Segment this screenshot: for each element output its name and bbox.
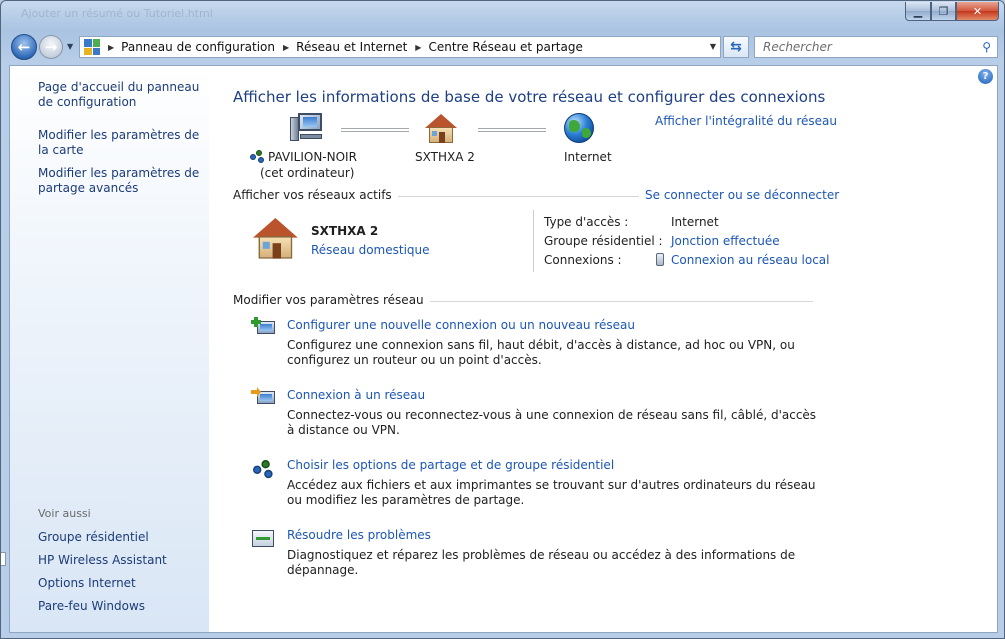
task-sharing-options-desc: Accédez aux fichiers et aux imprimantes … — [287, 478, 816, 507]
network-type-link[interactable]: Réseau domestique — [311, 243, 430, 257]
view-full-map-link[interactable]: Afficher l'intégralité du réseau — [655, 114, 837, 128]
access-type-value: Internet — [671, 215, 719, 229]
restore-icon: ❐ — [938, 4, 949, 18]
address-bar[interactable]: ▶ Panneau de configuration ▶ Réseau et I… — [79, 36, 721, 58]
network-link-line — [478, 128, 546, 132]
connect-network-icon — [251, 387, 277, 409]
sidebar-link-control-panel-home[interactable]: Page d'accueil du panneau de configurati… — [38, 80, 203, 110]
troubleshoot-icon — [251, 528, 277, 550]
access-type-label: Type d'accès : — [544, 215, 629, 229]
connections-label: Connexions : — [544, 253, 622, 267]
resize-handle[interactable] — [1, 552, 6, 566]
minimize-icon: ▁ — [913, 4, 923, 18]
task-new-connection-desc: Configurez une connexion sans fil, haut … — [287, 338, 795, 367]
window-frame: Ajouter un résumé ou Tutoriel.html ▁ ❐ ✕… — [0, 0, 1005, 639]
node-network-name: SXTHXA 2 — [415, 150, 475, 164]
homegroup-label: Groupe résidentiel : — [544, 234, 663, 248]
task-connect-network-link[interactable]: Connexion à un réseau — [287, 388, 425, 402]
breadcrumb-arrow-icon[interactable]: ▶ — [108, 43, 114, 52]
history-dropdown-icon[interactable]: ▼ — [67, 42, 73, 51]
ethernet-plug-icon — [656, 253, 664, 266]
vertical-divider — [533, 210, 534, 272]
search-icon[interactable]: ⚲ — [982, 40, 991, 54]
node-computer-name: PAVILION-NOIR — [268, 150, 357, 164]
sharing-options-icon — [253, 460, 275, 480]
main-panel: Afficher les informations de base de vot… — [233, 66, 993, 632]
task-connect-network-desc: Connectez-vous ou reconnectez-vous à une… — [287, 408, 817, 437]
control-panel-icon — [84, 39, 100, 55]
window-controls: ▁ ❐ ✕ — [905, 2, 999, 21]
page-title: Afficher les informations de base de vot… — [233, 88, 826, 106]
task-troubleshoot-link[interactable]: Résoudre les problèmes — [287, 528, 431, 542]
search-placeholder: Rechercher — [763, 40, 832, 54]
breadcrumb-network-center[interactable]: Centre Réseau et partage — [428, 40, 582, 54]
address-dropdown-icon[interactable]: ▼ — [710, 42, 716, 51]
computer-icon[interactable] — [290, 113, 324, 143]
section-divider — [399, 301, 813, 302]
close-button[interactable]: ✕ — [956, 2, 999, 21]
sidebar-link-firewall[interactable]: Pare-feu Windows — [38, 599, 203, 614]
breadcrumb-arrow-icon[interactable]: ▶ — [283, 43, 289, 52]
new-connection-icon — [251, 317, 277, 339]
refresh-icon: ⇆ — [730, 39, 742, 55]
node-computer-sub: (cet ordinateur) — [260, 166, 355, 180]
active-networks-header: Afficher vos réseaux actifs — [233, 188, 398, 202]
see-also-header: Voir aussi — [38, 507, 91, 520]
forward-button[interactable]: → — [39, 35, 63, 59]
breadcrumb-control-panel[interactable]: Panneau de configuration — [121, 40, 275, 54]
arrow-left-icon: ← — [17, 38, 31, 56]
search-input[interactable]: Rechercher ⚲ — [754, 36, 998, 58]
local-connection-link[interactable]: Connexion au réseau local — [671, 253, 830, 267]
sidebar-link-advanced-sharing[interactable]: Modifier les paramètres de partage avanc… — [38, 166, 203, 196]
globe-icon[interactable] — [564, 113, 594, 143]
connect-disconnect-link[interactable]: Se connecter ou se déconnecter — [645, 188, 839, 202]
network-name: SXTHXA 2 — [311, 224, 379, 238]
breadcrumb-network-internet[interactable]: Réseau et Internet — [296, 40, 407, 54]
task-troubleshoot-desc: Diagnostiquez et réparez les problèmes d… — [287, 548, 796, 577]
refresh-button[interactable]: ⇆ — [723, 36, 749, 58]
network-link-line — [341, 128, 409, 132]
task-sharing-options-link[interactable]: Choisir les options de partage et de gro… — [287, 458, 614, 472]
task-new-connection-link[interactable]: Configurer une nouvelle connexion ou un … — [287, 318, 635, 332]
minimize-button[interactable]: ▁ — [905, 2, 931, 21]
sidebar-link-adapter-settings[interactable]: Modifier les paramètres de la carte — [38, 128, 203, 158]
home-network-icon[interactable] — [425, 114, 457, 144]
title-bar[interactable]: Ajouter un résumé ou Tutoriel.html ▁ ❐ ✕ — [1, 1, 1004, 27]
homegroup-link[interactable]: Jonction effectuée — [671, 234, 780, 248]
arrow-right-icon: → — [44, 38, 58, 56]
window-title: Ajouter un résumé ou Tutoriel.html — [21, 7, 213, 20]
breadcrumb-arrow-icon[interactable]: ▶ — [415, 43, 421, 52]
sidebar: Page d'accueil du panneau de configurati… — [10, 66, 209, 632]
sidebar-link-hp-wireless[interactable]: HP Wireless Assistant — [38, 553, 203, 568]
content-area: Page d'accueil du panneau de configurati… — [9, 65, 998, 633]
settings-section-header: Modifier vos paramètres réseau — [233, 293, 430, 307]
navigation-bar: ← → ▼ ▶ Panneau de configuration ▶ Résea… — [1, 32, 1004, 62]
section-divider — [373, 196, 639, 197]
node-internet-name: Internet — [564, 150, 612, 164]
network-users-icon — [250, 150, 266, 164]
maximize-button[interactable]: ❐ — [931, 2, 956, 21]
close-icon: ✕ — [972, 4, 983, 18]
sidebar-link-homegroup[interactable]: Groupe résidentiel — [38, 530, 203, 545]
back-button[interactable]: ← — [11, 34, 37, 60]
sidebar-link-internet-options[interactable]: Options Internet — [38, 576, 203, 591]
